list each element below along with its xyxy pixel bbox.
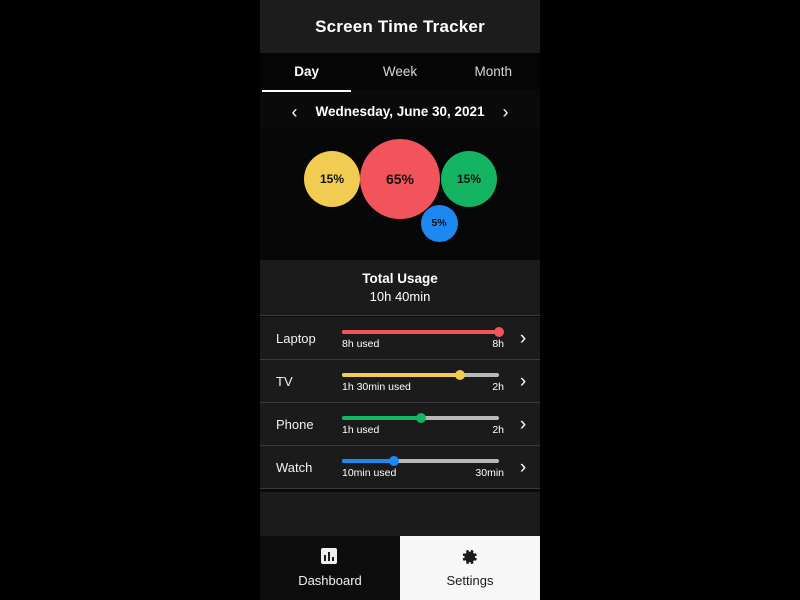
usage-slider[interactable]: 10min used 30min [342, 452, 508, 482]
slider-fill [342, 330, 499, 334]
chevron-right-icon[interactable]: › [512, 458, 534, 477]
usage-limit-label: 2h [492, 424, 504, 436]
current-date-label: Wednesday, June 30, 2021 [315, 104, 485, 119]
device-name: Phone [276, 416, 314, 432]
tab-active-underline [262, 89, 352, 92]
slider-labels: 8h used 8h [342, 338, 508, 350]
usage-used-label: 8h used [342, 338, 380, 350]
slider-knob[interactable] [388, 456, 399, 466]
usage-bubble: 5% [420, 204, 458, 242]
nav-item-dashboard[interactable]: Dashboard [260, 536, 400, 600]
chevron-right-icon[interactable]: › [512, 415, 534, 434]
slider-labels: 10min used 30min [342, 467, 508, 479]
total-usage-panel: Total Usage 10h 40min [260, 260, 540, 316]
tab-day[interactable]: Day [260, 53, 353, 92]
gear-icon [461, 548, 479, 566]
bar-chart-icon [321, 548, 339, 566]
usage-limit-label: 2h [492, 381, 504, 393]
device-row[interactable]: Watch 10min used 30min › [260, 446, 540, 489]
list-filler [260, 492, 540, 536]
bottom-navigation: Dashboard Settings [260, 536, 540, 600]
total-usage-value: 10h 40min [369, 289, 431, 304]
slider-labels: 1h used 2h [342, 424, 508, 436]
device-list: Laptop 8h used 8h › TV 1h 30min used 2h › Phone 1… [260, 317, 540, 492]
usage-used-label: 1h used [342, 424, 380, 436]
device-name: Watch [276, 459, 313, 475]
usage-used-label: 1h 30min used [342, 381, 411, 393]
chevron-left-icon[interactable]: ‹ [287, 103, 301, 121]
device-name: Laptop [276, 330, 316, 346]
app-header: Screen Time Tracker [260, 0, 540, 53]
device-name: TV [276, 373, 293, 389]
date-navigator: ‹ Wednesday, June 30, 2021 › [260, 95, 540, 128]
chevron-right-icon[interactable]: › [499, 103, 513, 121]
tab-day-label: Day [294, 63, 320, 79]
tab-week[interactable]: Week [353, 53, 446, 89]
slider-knob[interactable] [454, 370, 465, 380]
total-usage-label: Total Usage [362, 271, 438, 286]
usage-slider[interactable]: 1h 30min used 2h [342, 366, 508, 396]
nav-item-settings-label: Settings [446, 573, 494, 588]
usage-slider[interactable]: 1h used 2h [342, 409, 508, 439]
device-row[interactable]: Phone 1h used 2h › [260, 403, 540, 446]
slider-knob[interactable] [494, 327, 504, 337]
usage-limit-label: 30min [475, 467, 504, 479]
tab-month[interactable]: Month [447, 53, 540, 89]
usage-bubble: 15% [304, 151, 360, 207]
tab-month-label: Month [474, 63, 513, 79]
usage-limit-label: 8h [492, 338, 504, 350]
slider-fill [342, 459, 394, 463]
usage-slider[interactable]: 8h used 8h [342, 323, 508, 353]
device-row[interactable]: Laptop 8h used 8h › [260, 317, 540, 360]
phone-frame: Screen Time Tracker Day Week Month ‹ Wed… [260, 0, 540, 600]
device-row[interactable]: TV 1h 30min used 2h › [260, 360, 540, 403]
slider-fill [342, 373, 460, 377]
nav-item-dashboard-label: Dashboard [298, 573, 362, 588]
slider-fill [342, 416, 421, 420]
slider-knob[interactable] [415, 413, 426, 423]
usage-bubble: 15% [441, 151, 497, 207]
tab-week-label: Week [382, 63, 418, 79]
slider-labels: 1h 30min used 2h [342, 381, 508, 393]
usage-bubble: 65% [360, 139, 440, 219]
usage-used-label: 10min used [342, 467, 397, 479]
usage-bubble-chart: 15% 65% 15% 5% [260, 128, 540, 260]
nav-item-settings[interactable]: Settings [400, 536, 540, 600]
period-tabs: Day Week Month [260, 53, 540, 92]
page-title: Screen Time Tracker [315, 16, 485, 36]
chevron-right-icon[interactable]: › [512, 329, 534, 348]
chevron-right-icon[interactable]: › [512, 372, 534, 391]
